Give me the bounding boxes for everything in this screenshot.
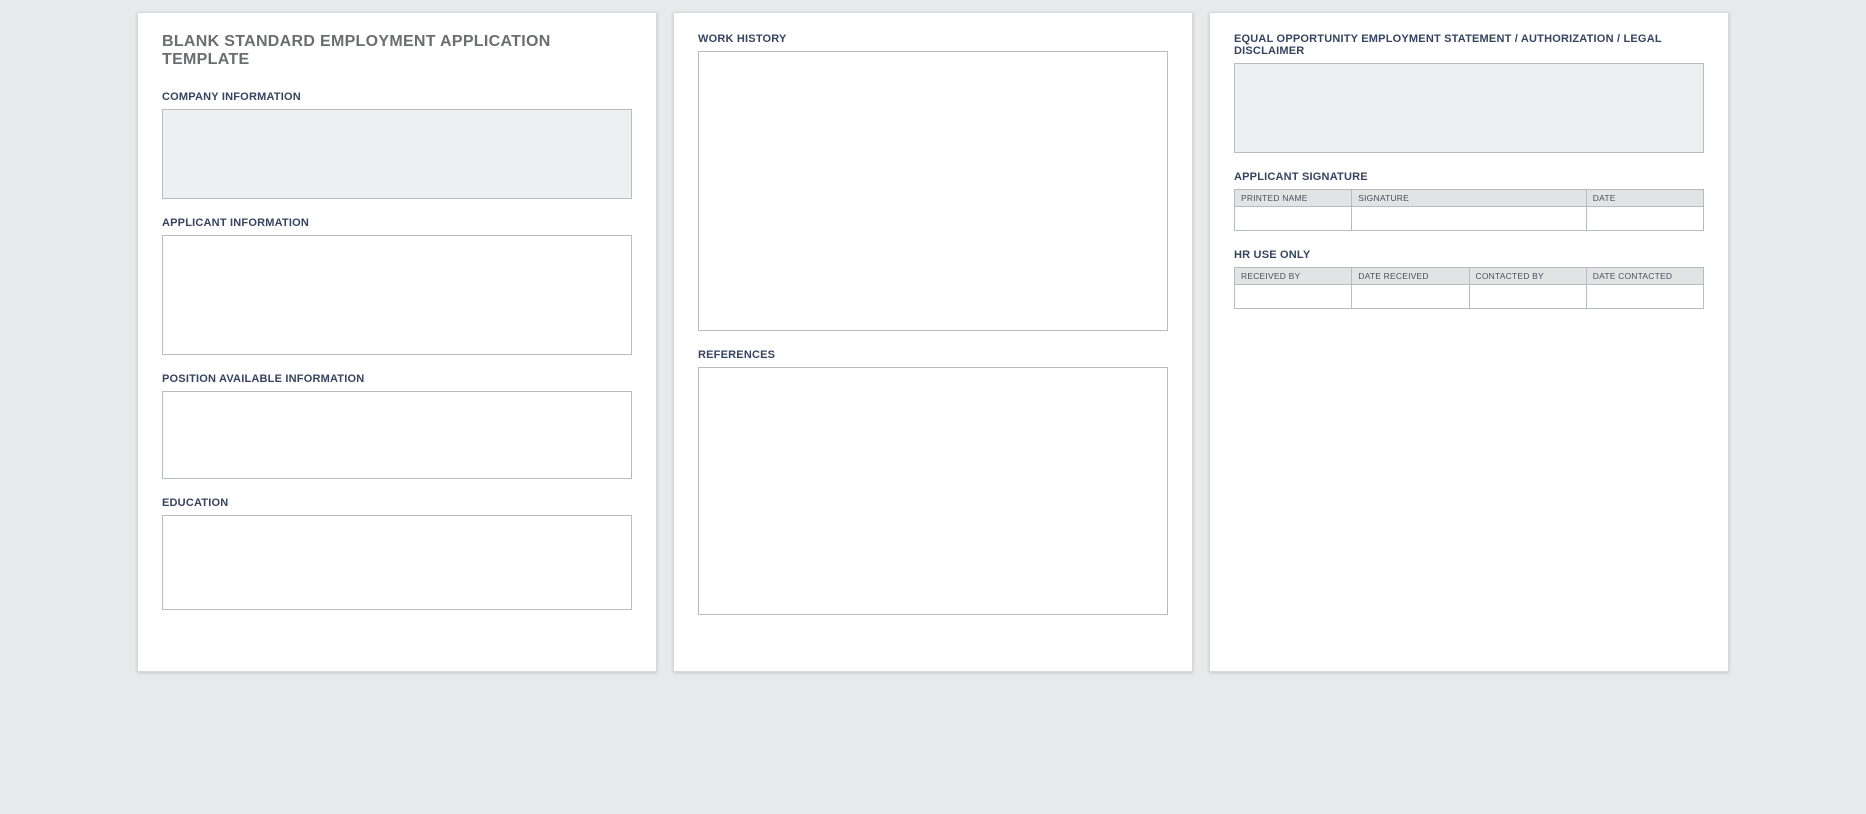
box-education[interactable] [162, 515, 632, 610]
cell-date-received[interactable] [1352, 285, 1469, 309]
label-references: REFERENCES [698, 349, 1168, 361]
cell-printed-name[interactable] [1235, 207, 1352, 231]
col-date-contacted: DATE CONTACTED [1586, 268, 1703, 285]
col-date: DATE [1586, 190, 1703, 207]
col-printed-name: PRINTED NAME [1235, 190, 1352, 207]
cell-date-contacted[interactable] [1586, 285, 1703, 309]
cell-signature[interactable] [1352, 207, 1587, 231]
label-applicant-signature: APPLICANT SIGNATURE [1234, 171, 1704, 183]
col-contacted-by: CONTACTED BY [1469, 268, 1586, 285]
box-eoe-statement[interactable] [1234, 63, 1704, 153]
cell-contacted-by[interactable] [1469, 285, 1586, 309]
cell-date[interactable] [1586, 207, 1703, 231]
signature-table: PRINTED NAME SIGNATURE DATE [1234, 189, 1704, 231]
page-3: EQUAL OPPORTUNITY EMPLOYMENT STATEMENT /… [1209, 12, 1729, 672]
label-work-history: WORK HISTORY [698, 33, 1168, 45]
box-applicant-info[interactable] [162, 235, 632, 355]
label-eoe-statement: EQUAL OPPORTUNITY EMPLOYMENT STATEMENT /… [1234, 33, 1704, 57]
box-work-history[interactable] [698, 51, 1168, 331]
page-1: BLANK STANDARD EMPLOYMENT APPLICATION TE… [137, 12, 657, 672]
label-education: EDUCATION [162, 497, 632, 509]
col-received-by: RECEIVED BY [1235, 268, 1352, 285]
hr-table: RECEIVED BY DATE RECEIVED CONTACTED BY D… [1234, 267, 1704, 309]
label-company-info: COMPANY INFORMATION [162, 91, 632, 103]
label-hr-use-only: HR USE ONLY [1234, 249, 1704, 261]
col-date-received: DATE RECEIVED [1352, 268, 1469, 285]
box-position-info[interactable] [162, 391, 632, 479]
document-title: BLANK STANDARD EMPLOYMENT APPLICATION TE… [162, 33, 632, 69]
label-applicant-info: APPLICANT INFORMATION [162, 217, 632, 229]
page-2: WORK HISTORY REFERENCES [673, 12, 1193, 672]
box-references[interactable] [698, 367, 1168, 615]
box-company-info[interactable] [162, 109, 632, 199]
label-position-info: POSITION AVAILABLE INFORMATION [162, 373, 632, 385]
cell-received-by[interactable] [1235, 285, 1352, 309]
col-signature: SIGNATURE [1352, 190, 1587, 207]
